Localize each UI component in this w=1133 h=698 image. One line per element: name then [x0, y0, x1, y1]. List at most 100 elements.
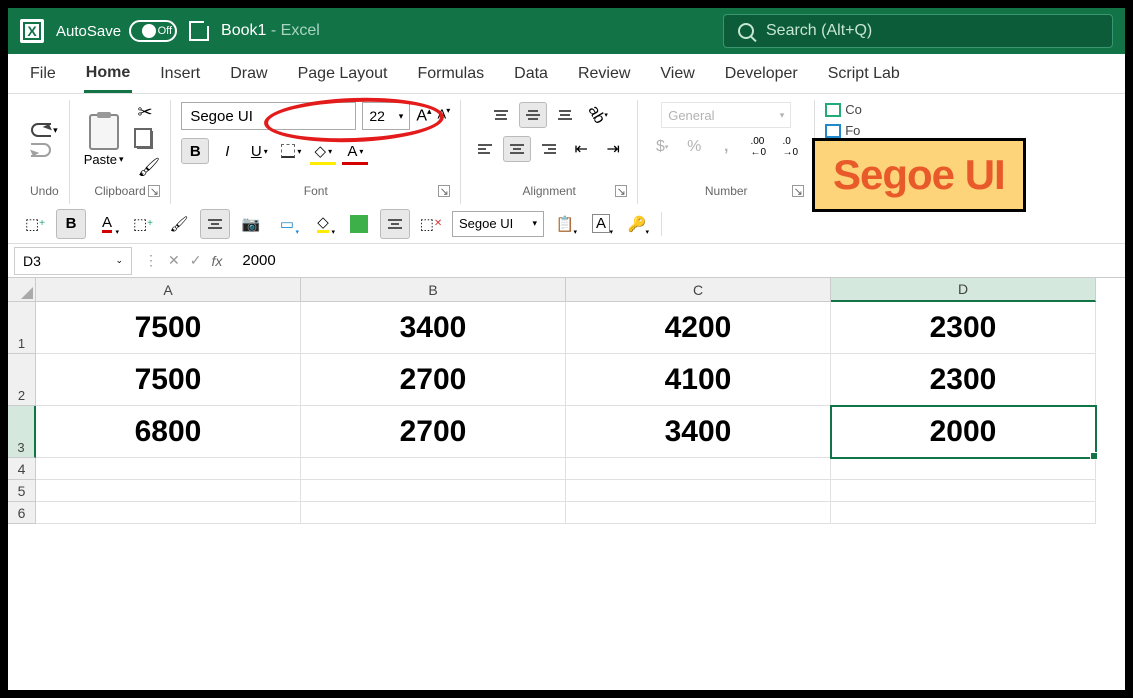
cell-c6[interactable]	[566, 502, 831, 524]
tab-home[interactable]: Home	[84, 56, 132, 93]
redo-button[interactable]	[31, 143, 58, 157]
row-header-4[interactable]: 4	[8, 458, 36, 480]
tab-page-layout[interactable]: Page Layout	[296, 57, 390, 91]
qat-fill-color-button[interactable]: ◇▾	[308, 209, 338, 239]
save-icon[interactable]	[189, 21, 209, 41]
cell-a4[interactable]	[36, 458, 301, 480]
cell-d2[interactable]: 2300	[831, 354, 1096, 406]
cell-c3[interactable]: 3400	[566, 406, 831, 458]
paste-button[interactable]: Paste ▾	[80, 110, 128, 171]
document-title[interactable]: Book1 - Excel	[221, 22, 320, 40]
font-size-input[interactable]: 22▾	[362, 102, 410, 130]
qat-camera-button[interactable]: 📷	[236, 209, 266, 239]
col-header-c[interactable]: C	[566, 278, 831, 302]
toggle-switch-icon[interactable]: Off	[129, 20, 177, 42]
bold-button[interactable]: B	[181, 138, 209, 164]
comma-format-button[interactable]: ,	[712, 134, 740, 160]
fbar-dropdown-icon[interactable]: ⋮	[144, 252, 158, 269]
cell-a1[interactable]: 7500	[36, 302, 301, 354]
cell-d3[interactable]: 2000	[831, 406, 1096, 458]
cell-c2[interactable]: 4100	[566, 354, 831, 406]
fbar-enter-icon[interactable]: ✓	[190, 252, 202, 269]
cell-b2[interactable]: 2700	[301, 354, 566, 406]
col-header-a[interactable]: A	[36, 278, 301, 302]
row-header-5[interactable]: 5	[8, 480, 36, 502]
align-right-button[interactable]	[535, 136, 563, 162]
cut-button[interactable]: ✂	[137, 102, 160, 123]
tab-data[interactable]: Data	[512, 57, 550, 91]
tab-file[interactable]: File	[28, 57, 58, 91]
col-header-d[interactable]: D	[831, 278, 1096, 302]
cell-a6[interactable]	[36, 502, 301, 524]
border-button[interactable]: ▾	[277, 138, 305, 164]
col-header-b[interactable]: B	[301, 278, 566, 302]
qat-bold-button[interactable]: B	[56, 209, 86, 239]
increase-indent-button[interactable]: ⇥	[599, 136, 627, 162]
cell-c1[interactable]: 4200	[566, 302, 831, 354]
format-as-table-button[interactable]: Fo	[825, 123, 862, 138]
cell-a2[interactable]: 7500	[36, 354, 301, 406]
alignment-launcher-icon[interactable]: ↘	[615, 185, 627, 197]
decrease-decimal-button[interactable]: .0→0	[776, 134, 804, 160]
tab-developer[interactable]: Developer	[723, 57, 800, 91]
cell-a3[interactable]: 6800	[36, 406, 301, 458]
number-format-dropdown[interactable]: General▾	[661, 102, 791, 128]
fbar-cancel-icon[interactable]: ✕	[168, 252, 180, 269]
underline-button[interactable]: U▾	[245, 138, 273, 164]
align-center-button[interactable]	[503, 136, 531, 162]
decrease-indent-button[interactable]: ⇤	[567, 136, 595, 162]
qat-font-color-button[interactable]: A▾	[92, 209, 122, 239]
copy-button[interactable]	[137, 131, 153, 149]
align-top-button[interactable]	[487, 102, 515, 128]
qat-key-button[interactable]: 🔑▾	[622, 209, 652, 239]
font-launcher-icon[interactable]: ↘	[438, 185, 450, 197]
conditional-formatting-button[interactable]: Co	[825, 102, 862, 117]
search-box[interactable]: Search (Alt+Q)	[723, 14, 1113, 48]
italic-button[interactable]: I	[213, 138, 241, 164]
cell-d6[interactable]	[831, 502, 1096, 524]
align-bottom-button[interactable]	[551, 102, 579, 128]
qat-shapes-button[interactable]: ▭▾	[272, 209, 302, 239]
font-name-input[interactable]: Segoe UI	[181, 102, 356, 130]
cell-c5[interactable]	[566, 480, 831, 502]
cell-c4[interactable]	[566, 458, 831, 480]
qat-align-center-button[interactable]	[200, 209, 230, 239]
qat-font-dropdown[interactable]: Segoe UI▾	[452, 211, 544, 237]
increase-decimal-button[interactable]: .00←0	[744, 134, 772, 160]
tab-formulas[interactable]: Formulas	[415, 57, 486, 91]
row-header-6[interactable]: 6	[8, 502, 36, 524]
name-box[interactable]: D3⌄	[14, 247, 132, 275]
qat-align-center-button-2[interactable]	[380, 209, 410, 239]
tab-script-lab[interactable]: Script Lab	[826, 57, 902, 91]
fill-color-button[interactable]: ◇▾	[309, 138, 337, 164]
orientation-button[interactable]: ab▾	[583, 102, 611, 128]
cell-d4[interactable]	[831, 458, 1096, 480]
qat-font-select-button[interactable]: A▾	[586, 209, 616, 239]
row-header-2[interactable]: 2	[8, 354, 36, 406]
autosave-toggle[interactable]: AutoSave Off	[56, 20, 177, 42]
spreadsheet-grid[interactable]: A B C D 1 7500 3400 4200 2300 2 7500 270…	[8, 278, 1125, 524]
accounting-format-button[interactable]: $▾	[648, 134, 676, 160]
row-header-3[interactable]: 3	[8, 406, 36, 458]
cell-b6[interactable]	[301, 502, 566, 524]
clipboard-launcher-icon[interactable]: ↘	[148, 185, 160, 197]
tab-insert[interactable]: Insert	[158, 57, 202, 91]
tab-draw[interactable]: Draw	[228, 57, 269, 91]
qat-format-painter-button[interactable]: 🖌	[164, 209, 194, 239]
increase-font-size-button[interactable]: A▴	[416, 106, 431, 125]
align-middle-button[interactable]	[519, 102, 547, 128]
row-header-1[interactable]: 1	[8, 302, 36, 354]
fx-icon[interactable]: fx	[211, 253, 222, 269]
decrease-font-size-button[interactable]: A▾	[438, 106, 451, 125]
qat-delete-table-button[interactable]: ⬚✕	[416, 209, 446, 239]
select-all-corner[interactable]	[8, 278, 36, 302]
tab-review[interactable]: Review	[576, 57, 632, 91]
qat-color-swatch-button[interactable]	[344, 209, 374, 239]
cell-b5[interactable]	[301, 480, 566, 502]
format-painter-button[interactable]: 🖌	[137, 157, 160, 178]
cell-d1[interactable]: 2300	[831, 302, 1096, 354]
qat-insert-col-button[interactable]: ⬚+	[128, 209, 158, 239]
qat-paste-button[interactable]: 📋▾	[550, 209, 580, 239]
undo-button[interactable]: ▾	[31, 123, 58, 137]
align-left-button[interactable]	[471, 136, 499, 162]
